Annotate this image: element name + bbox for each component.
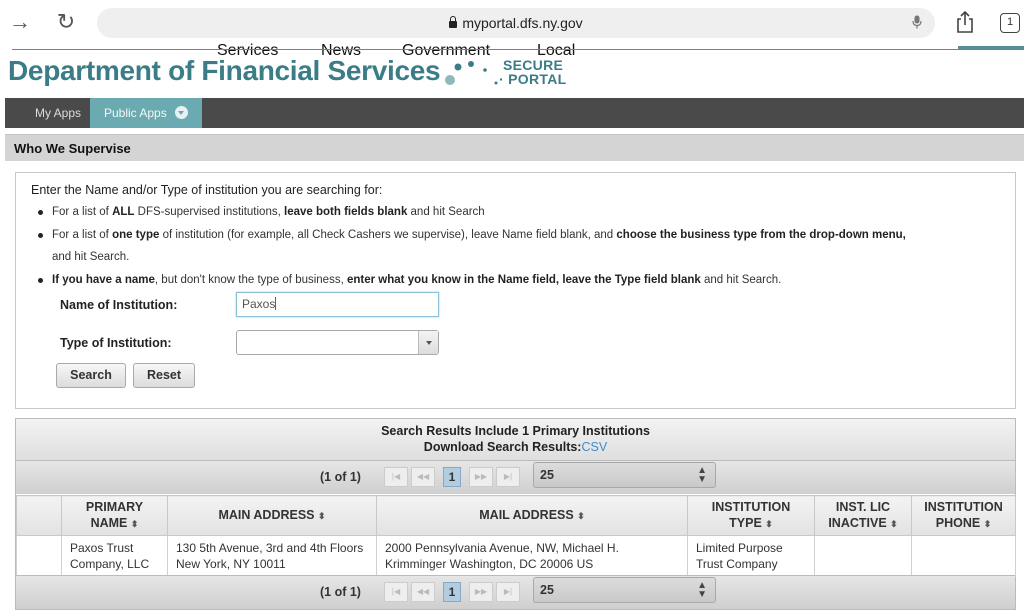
current-page-button[interactable]: 1 bbox=[443, 582, 461, 602]
pagination-top: (1 of 1) |◀ ◀◀ 1 ▶▶ ▶| 25 ▲ ▼ bbox=[16, 460, 1015, 494]
row-selector-cell bbox=[16, 535, 62, 577]
lock-icon bbox=[449, 16, 458, 28]
section-header: Who We Supervise bbox=[5, 134, 1024, 161]
app-navigation-bar: My Apps Public Apps bbox=[5, 98, 1024, 128]
last-page-icon[interactable]: ▶| bbox=[496, 582, 520, 602]
cell-institution-phone bbox=[911, 535, 1016, 577]
sort-icon[interactable]: ⬍ bbox=[765, 519, 773, 529]
first-page-icon[interactable]: |◀ bbox=[384, 582, 408, 602]
instruction-list: For a list of ALL DFS-supervised institu… bbox=[36, 201, 996, 291]
type-field-label: Type of Institution: bbox=[60, 336, 172, 350]
instruction-item: For a list of ALL DFS-supervised institu… bbox=[36, 201, 996, 224]
column-header-institution-type[interactable]: INSTITUTION TYPE ⬍ bbox=[687, 495, 815, 536]
results-panel: Search Results Include 1 Primary Institu… bbox=[15, 418, 1016, 610]
institution-name-input[interactable]: Paxos bbox=[236, 292, 439, 317]
header-divider bbox=[12, 49, 1024, 50]
page-info: (1 of 1) bbox=[320, 470, 361, 484]
chevron-down-icon[interactable] bbox=[174, 106, 188, 119]
rows-per-page-select[interactable]: 25 ▲ ▼ bbox=[533, 462, 716, 488]
reload-icon[interactable]: ↻ bbox=[54, 10, 78, 34]
column-header-mail-address[interactable]: MAIL ADDRESS ⬍ bbox=[376, 495, 688, 536]
url-text: myportal.dfs.ny.gov bbox=[462, 15, 583, 31]
microphone-icon[interactable] bbox=[912, 15, 922, 29]
section-title: Who We Supervise bbox=[14, 141, 131, 156]
sort-icon[interactable]: ⬍ bbox=[131, 519, 139, 529]
cell-institution-type: Limited Purpose Trust Company bbox=[687, 535, 815, 577]
column-header-institution-phone[interactable]: INSTITUTION PHONE ⬍ bbox=[911, 495, 1016, 536]
table-row[interactable]: Paxos Trust Company, LLC 130 5th Avenue,… bbox=[16, 535, 1016, 577]
name-input-value: Paxos bbox=[242, 297, 276, 311]
up-down-chevron-icon: ▲ ▼ bbox=[697, 465, 707, 485]
secure-portal-label: SECURE · PORTAL bbox=[499, 57, 567, 87]
reset-button[interactable]: Reset bbox=[133, 363, 195, 388]
csv-download-link[interactable]: CSV bbox=[581, 440, 607, 454]
previous-page-icon[interactable]: ◀◀ bbox=[411, 582, 435, 602]
institution-type-select[interactable] bbox=[236, 330, 439, 355]
sort-icon[interactable]: ⬍ bbox=[577, 511, 585, 521]
cell-main-address: 130 5th Avenue, 3rd and 4th Floors New Y… bbox=[167, 535, 377, 577]
tab-my-apps[interactable]: My Apps bbox=[21, 98, 95, 128]
page-info: (1 of 1) bbox=[320, 585, 361, 599]
cell-inst-lic-inactive bbox=[814, 535, 912, 577]
column-header-primary-name[interactable]: PRIMARY NAME ⬍ bbox=[61, 495, 168, 536]
text-cursor bbox=[275, 297, 277, 310]
column-header-main-address[interactable]: MAIN ADDRESS ⬍ bbox=[167, 495, 377, 536]
cell-mail-address: 2000 Pennsylvania Avenue, NW, Michael H.… bbox=[376, 535, 688, 577]
address-bar[interactable]: myportal.dfs.ny.gov bbox=[97, 8, 935, 38]
header-accent-bar bbox=[958, 46, 1024, 50]
search-panel: Enter the Name and/or Type of institutio… bbox=[15, 172, 1016, 409]
table-header-row: PRIMARY NAME ⬍ MAIN ADDRESS ⬍ MAIL ADDRES… bbox=[16, 495, 1016, 536]
column-header-inst-lic-inactive[interactable]: INST. LIC INACTIVE ⬍ bbox=[814, 495, 912, 536]
forward-arrow-icon[interactable]: → bbox=[8, 10, 32, 34]
tabs-icon[interactable]: 1 bbox=[1000, 13, 1020, 33]
rows-per-page-value: 25 bbox=[540, 468, 554, 482]
cell-primary-name: Paxos Trust Company, LLC bbox=[61, 535, 168, 577]
sort-icon[interactable]: ⬍ bbox=[318, 511, 326, 521]
browser-toolbar: → ↻ myportal.dfs.ny.gov 1 bbox=[0, 0, 1024, 44]
tab-public-apps-label: Public Apps bbox=[104, 106, 167, 120]
download-label: Download Search Results: bbox=[423, 440, 582, 454]
up-down-chevron-icon: ▲ ▼ bbox=[697, 580, 707, 600]
instruction-item: If you have a name, but don't know the t… bbox=[36, 269, 996, 292]
sort-icon[interactable]: ⬍ bbox=[984, 519, 992, 529]
instruction-item: For a list of one type of institution (f… bbox=[36, 224, 996, 269]
dropdown-arrow-icon[interactable] bbox=[418, 331, 438, 354]
rows-per-page-value: 25 bbox=[540, 583, 554, 597]
rows-per-page-select[interactable]: 25 ▲ ▼ bbox=[533, 577, 716, 603]
last-page-icon[interactable]: ▶| bbox=[496, 467, 520, 487]
portal-logo-icon bbox=[445, 61, 498, 85]
search-button[interactable]: Search bbox=[56, 363, 126, 388]
name-field-label: Name of Institution: bbox=[60, 298, 178, 312]
results-table: PRIMARY NAME ⬍ MAIN ADDRESS ⬍ MAIL ADDRES… bbox=[16, 495, 1016, 577]
tab-public-apps[interactable]: Public Apps bbox=[90, 98, 202, 128]
pagination-bottom: (1 of 1) |◀ ◀◀ 1 ▶▶ ▶| 25 ▲ ▼ bbox=[16, 575, 1015, 609]
results-summary: Search Results Include 1 Primary Institu… bbox=[381, 424, 650, 438]
column-selector-header bbox=[16, 495, 62, 536]
share-icon[interactable] bbox=[955, 10, 975, 34]
sort-icon[interactable]: ⬍ bbox=[890, 519, 898, 529]
search-instructions: Enter the Name and/or Type of institutio… bbox=[31, 183, 383, 197]
site-title[interactable]: Department of Financial Services bbox=[8, 55, 441, 87]
previous-page-icon[interactable]: ◀◀ bbox=[411, 467, 435, 487]
results-header: Search Results Include 1 Primary Institu… bbox=[16, 419, 1015, 461]
next-page-icon[interactable]: ▶▶ bbox=[469, 467, 493, 487]
first-page-icon[interactable]: |◀ bbox=[384, 467, 408, 487]
current-page-button[interactable]: 1 bbox=[443, 467, 461, 487]
next-page-icon[interactable]: ▶▶ bbox=[469, 582, 493, 602]
